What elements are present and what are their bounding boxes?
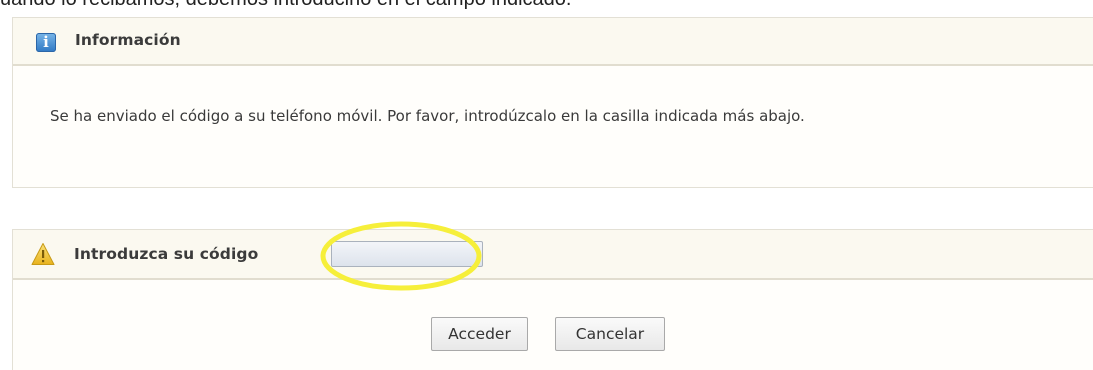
information-panel: i Información Se ha enviado el código a …: [12, 17, 1093, 188]
cropped-caption-text: uando lo recibamos, debemos introducirlo…: [0, 0, 571, 11]
cancel-button[interactable]: Cancelar: [555, 317, 665, 351]
accept-button[interactable]: Acceder: [431, 317, 528, 351]
code-entry-panel-header: Introduzca su código: [13, 230, 1093, 280]
code-entry-panel: Introduzca su código Acceder Cancelar: [12, 229, 1093, 370]
warning-icon: [31, 243, 55, 265]
information-panel-title: Información: [75, 31, 181, 49]
code-entry-label: Introduzca su código: [74, 245, 259, 263]
information-message: Se ha enviado el código a su teléfono mó…: [50, 107, 805, 125]
code-input[interactable]: [331, 241, 483, 267]
information-panel-header: i Información: [13, 18, 1093, 66]
info-icon: i: [36, 33, 56, 52]
